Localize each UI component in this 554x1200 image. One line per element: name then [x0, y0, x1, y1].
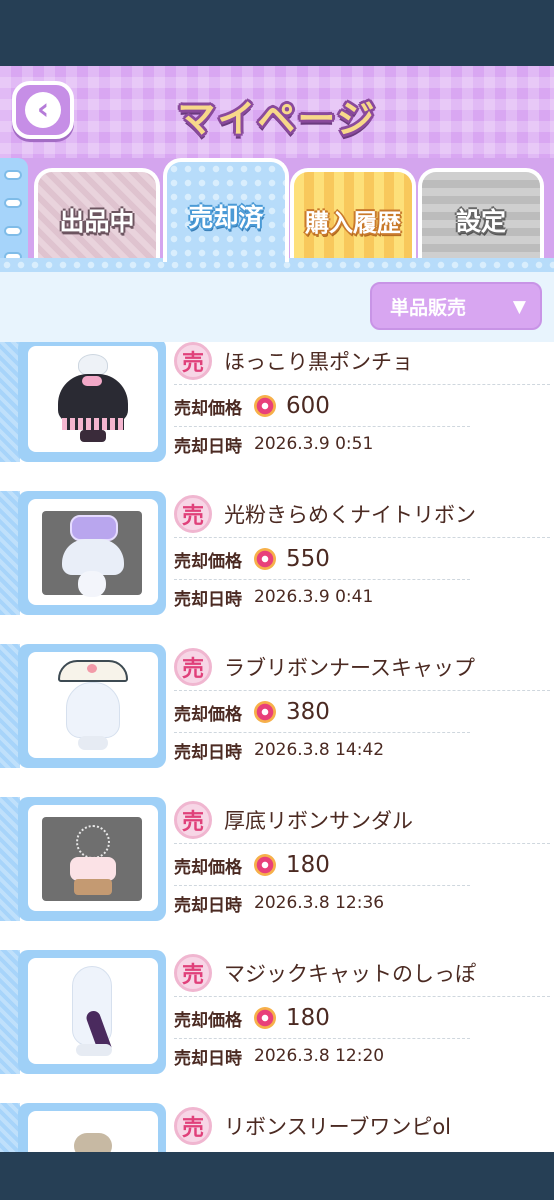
- tab-label: 出品中: [59, 207, 135, 236]
- date-label: 売却日時: [174, 742, 242, 763]
- price-value: 380: [286, 699, 330, 725]
- price-value: 180: [286, 852, 330, 878]
- header: ‹ マイページ: [0, 66, 554, 158]
- item-info: 売 マジックキャットのしっぽ 売却価格 180 売却日時 2026.3.8 12…: [170, 950, 554, 1074]
- item-info: 売 光粉きらめくナイトリボン 売却価格 550 売却日時 2026.3.9 0:…: [170, 491, 554, 615]
- donut-currency-icon: [254, 854, 276, 876]
- price-label: 売却価格: [174, 857, 242, 878]
- item-side-bar: [0, 644, 20, 768]
- price-value: 550: [286, 546, 330, 572]
- donut-currency-icon: [254, 548, 276, 570]
- tab-listing[interactable]: 出品中: [34, 168, 160, 260]
- item-thumbnail: [28, 499, 158, 605]
- item-info: 売 厚底リボンサンダル 売却価格 180 売却日時 2026.3.8 12:36: [170, 797, 554, 921]
- item-info: 売 ラブリボンナースキャップ 売却価格 380 売却日時 2026.3.8 14…: [170, 644, 554, 768]
- date-value: 2026.3.8 12:36: [254, 893, 385, 913]
- date-label: 売却日時: [174, 1048, 242, 1069]
- tab-label: 売却済: [188, 203, 264, 232]
- date-value: 2026.3.8 12:20: [254, 1046, 385, 1066]
- tab-label: 購入履歴: [305, 208, 401, 237]
- tab-settings[interactable]: 設定: [418, 168, 544, 260]
- ring-icon: [4, 226, 22, 236]
- price-label: 売却価格: [174, 1010, 242, 1031]
- list-item[interactable]: 売 ラブリボンナースキャップ 売却価格 380 売却日時 2026.3.8 14…: [0, 644, 554, 768]
- item-side-bar: [0, 342, 20, 462]
- item-side-bar: [0, 797, 20, 921]
- item-thumbnail: [28, 652, 158, 758]
- sold-badge-icon: 売: [174, 495, 212, 533]
- item-side-bar: [0, 1103, 20, 1152]
- ring-icon: [4, 198, 22, 208]
- item-info: 売 リボンスリーブワンピol: [170, 1103, 554, 1152]
- caret-down-icon: ▼: [512, 297, 526, 317]
- list-item[interactable]: 売 厚底リボンサンダル 売却価格 180 売却日時 2026.3.8 12:36: [0, 797, 554, 921]
- tab-sold[interactable]: 売却済: [163, 158, 289, 262]
- system-navigation-bar: [0, 1152, 554, 1200]
- item-side-bar: [0, 950, 20, 1074]
- status-bar: [0, 0, 554, 66]
- date-label: 売却日時: [174, 436, 242, 457]
- item-thumbnail: [28, 805, 158, 911]
- sold-badge-icon: 売: [174, 1107, 212, 1145]
- sold-items-list[interactable]: 売 ほっこり黒ポンチョ 売却価格 600 売却日時 2026.3.9 0:51: [0, 342, 554, 1152]
- list-item[interactable]: 売 光粉きらめくナイトリボン 売却価格 550 売却日時 2026.3.9 0:…: [0, 491, 554, 615]
- sale-type-dropdown[interactable]: 単品販売 ▼: [370, 282, 542, 330]
- dropdown-label: 単品販売: [390, 296, 467, 319]
- item-name: 厚底リボンサンダル: [224, 809, 413, 833]
- sold-badge-icon: 売: [174, 648, 212, 686]
- tab-purchase-history[interactable]: 購入履歴: [290, 168, 416, 260]
- item-thumbnail: [28, 346, 158, 452]
- donut-currency-icon: [254, 395, 276, 417]
- price-label: 売却価格: [174, 398, 242, 419]
- date-label: 売却日時: [174, 895, 242, 916]
- item-thumbnail: [28, 958, 158, 1064]
- ring-icon: [4, 170, 22, 180]
- price-value: 180: [286, 1005, 330, 1031]
- list-item[interactable]: 売 リボンスリーブワンピol: [0, 1103, 554, 1152]
- date-value: 2026.3.9 0:51: [254, 434, 374, 454]
- price-label: 売却価格: [174, 704, 242, 725]
- donut-currency-icon: [254, 701, 276, 723]
- page-title: マイページ: [177, 97, 377, 141]
- item-name: 光粉きらめくナイトリボン: [224, 503, 476, 527]
- price-label: 売却価格: [174, 551, 242, 572]
- tab-label: 設定: [455, 207, 506, 236]
- list-item[interactable]: 売 マジックキャットのしっぽ 売却価格 180 売却日時 2026.3.8 12…: [0, 950, 554, 1074]
- date-value: 2026.3.9 0:41: [254, 587, 374, 607]
- item-name: ラブリボンナースキャップ: [224, 656, 475, 680]
- item-info: 売 ほっこり黒ポンチョ 売却価格 600 売却日時 2026.3.9 0:51: [170, 342, 554, 462]
- item-name: マジックキャットのしっぽ: [224, 962, 476, 986]
- item-side-bar: [0, 491, 20, 615]
- sold-badge-icon: 売: [174, 954, 212, 992]
- list-item[interactable]: 売 ほっこり黒ポンチョ 売却価格 600 売却日時 2026.3.9 0:51: [0, 342, 554, 462]
- date-value: 2026.3.8 14:42: [254, 740, 385, 760]
- price-value: 600: [286, 393, 330, 419]
- sold-badge-icon: 売: [174, 801, 212, 839]
- sold-badge-icon: 売: [174, 342, 212, 380]
- item-name: リボンスリーブワンピol: [224, 1115, 452, 1139]
- item-name: ほっこり黒ポンチョ: [224, 350, 413, 374]
- donut-currency-icon: [254, 1007, 276, 1029]
- item-thumbnail: [28, 1111, 158, 1152]
- notebook-rings: [0, 158, 28, 268]
- date-label: 売却日時: [174, 589, 242, 610]
